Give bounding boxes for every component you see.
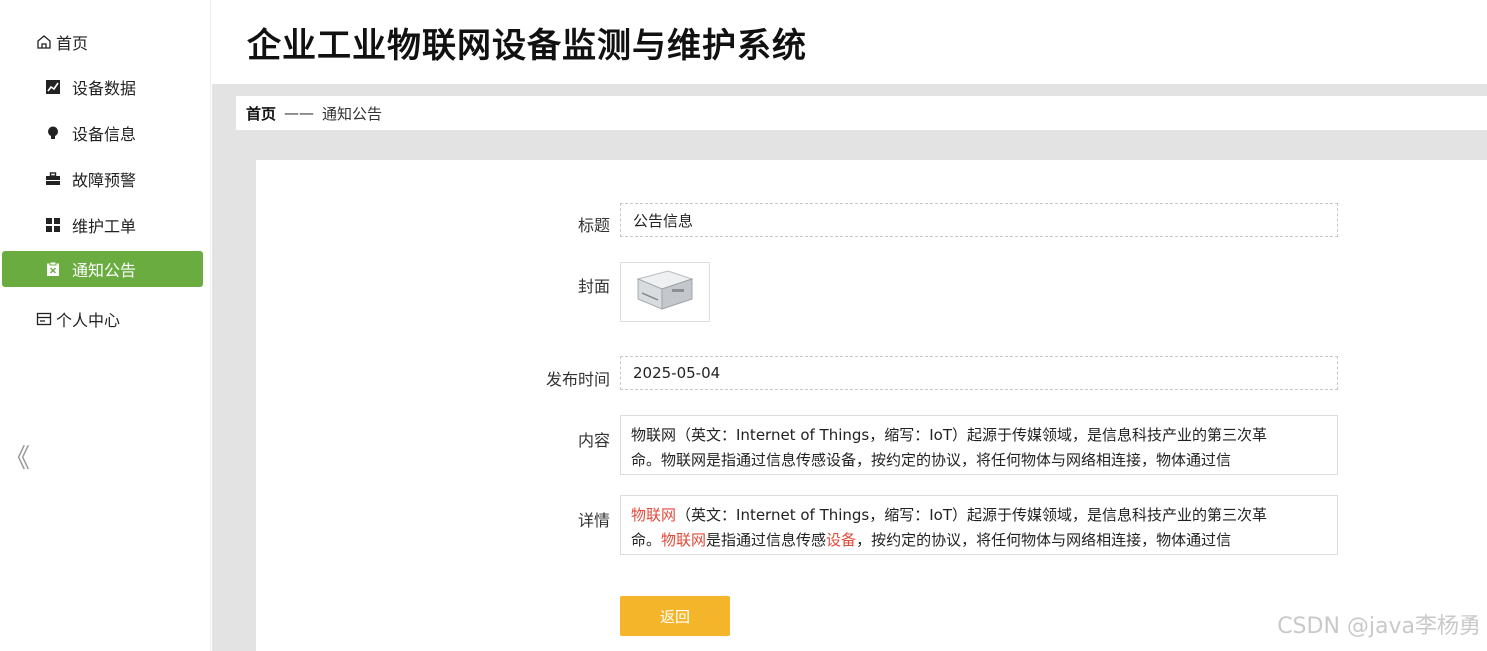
sidebar-item-fault-warning[interactable]: 故障预警 <box>2 161 203 197</box>
sidebar-item-notice[interactable]: 通知公告 <box>2 251 203 287</box>
grid-icon <box>46 218 60 232</box>
cover-label: 封面 <box>577 277 610 296</box>
title-value: 公告信息 <box>633 211 694 230</box>
sidebar-item-profile[interactable]: 个人中心 <box>36 307 120 331</box>
title-label: 标题 <box>577 216 610 235</box>
sidebar-item-label: 个人中心 <box>56 311 121 330</box>
sidebar: 首页 设备数据 设备信息 故障预警 维护工单 通知公告 个人中心 《 <box>0 0 211 651</box>
watermark: CSDN @java李杨勇 <box>1277 614 1481 639</box>
detail-text: ，按约定的协议，将任何物体与网络相连接，物体通过信 <box>856 531 1232 549</box>
sidebar-item-device-data[interactable]: 设备数据 <box>2 69 203 105</box>
detail-highlight: 物联网 <box>631 506 677 524</box>
card-icon <box>36 312 52 326</box>
detail-highlight: 物联网 <box>661 531 707 549</box>
detail-text: 命。 <box>631 531 662 549</box>
sidebar-item-label: 首页 <box>56 34 89 53</box>
breadcrumb: 首页 —— 通知公告 <box>236 96 1487 130</box>
home-icon <box>37 35 51 49</box>
breadcrumb-home[interactable]: 首页 <box>246 103 276 124</box>
sidebar-item-label: 设备数据 <box>72 79 137 98</box>
sidebar-item-device-info[interactable]: 设备信息 <box>2 115 203 151</box>
sidebar-item-label: 维护工单 <box>72 217 137 236</box>
printer-image <box>636 270 694 310</box>
back-button[interactable]: 返回 <box>620 596 730 636</box>
detail-box[interactable]: 物联网（英文：Internet of Things，缩写：IoT）起源于传媒领域… <box>620 495 1338 555</box>
content-box[interactable]: 物联网（英文：Internet of Things，缩写：IoT）起源于传媒领域… <box>620 415 1338 475</box>
briefcase-icon <box>46 172 60 185</box>
date-field[interactable]: 2025-05-04 <box>620 356 1338 390</box>
date-label: 发布时间 <box>545 370 610 389</box>
title-field[interactable]: 公告信息 <box>620 203 1338 237</box>
collapse-sidebar-icon[interactable]: 《 <box>4 438 30 475</box>
detail-text: （英文：Internet of Things，缩写：IoT）起源于传媒领域，是信… <box>676 506 1268 524</box>
sidebar-item-label: 设备信息 <box>72 125 137 144</box>
bulb-icon <box>48 126 58 139</box>
breadcrumb-separator: —— <box>284 104 315 122</box>
content-line-1: 物联网（英文：Internet of Things，缩写：IoT）起源于传媒领域… <box>631 426 1268 444</box>
clipboard-icon <box>47 262 59 276</box>
date-value: 2025-05-04 <box>633 364 721 382</box>
sidebar-item-maintenance[interactable]: 维护工单 <box>2 207 203 243</box>
content-label: 内容 <box>577 431 610 450</box>
page-title: 企业工业物联网设备监测与维护系统 <box>247 26 807 66</box>
chart-icon <box>46 80 60 94</box>
detail-text: 是指通过信息传感 <box>706 531 827 549</box>
content-line-2: 命。物联网是指通过信息传感设备，按约定的协议，将任何物体与网络相连接，物体通过信 <box>631 451 1232 469</box>
sidebar-item-label: 通知公告 <box>72 261 137 280</box>
cover-image <box>620 262 710 322</box>
sidebar-item-label: 故障预警 <box>72 171 137 190</box>
detail-line-2: 命。物联网是指通过信息传感设备，按约定的协议，将任何物体与网络相连接，物体通过信 <box>631 528 1327 553</box>
sidebar-item-home[interactable]: 首页 <box>36 30 88 54</box>
detail-highlight: 设备 <box>826 531 857 549</box>
detail-label: 详情 <box>577 511 610 530</box>
breadcrumb-current: 通知公告 <box>322 104 383 123</box>
detail-line-1: 物联网（英文：Internet of Things，缩写：IoT）起源于传媒领域… <box>631 503 1327 528</box>
